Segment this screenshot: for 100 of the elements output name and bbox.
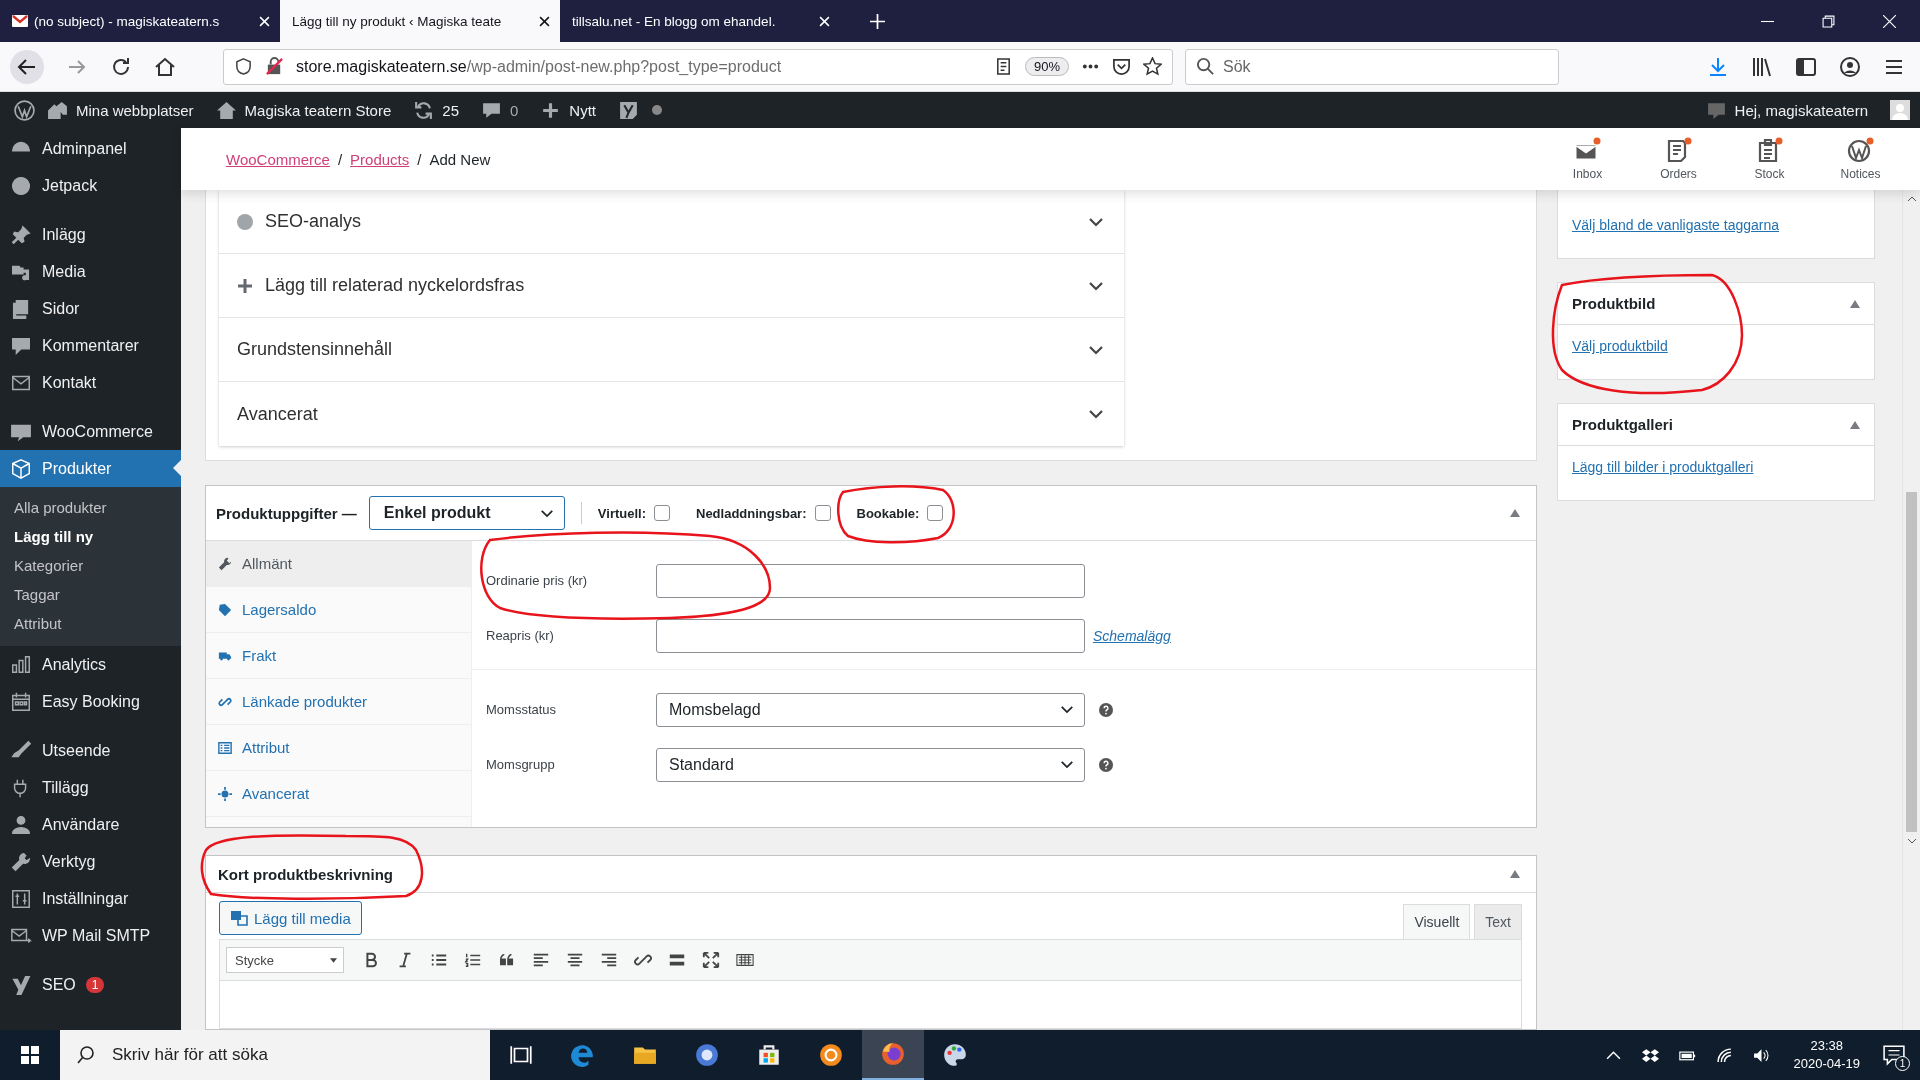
select-field[interactable]: Momsbelagd — [656, 692, 1085, 727]
box-link[interactable]: Välj produktbild — [1572, 338, 1668, 354]
sidebar-item[interactable]: Sidor — [0, 290, 181, 327]
sidebar-item[interactable]: Inställningar — [0, 880, 181, 917]
header-action[interactable]: Stock — [1724, 137, 1815, 181]
header-action[interactable]: Orders — [1633, 137, 1724, 181]
submenu-item[interactable]: Kategorier — [0, 551, 181, 580]
sidebar-item[interactable]: Jetpack — [0, 167, 181, 204]
editor-tab[interactable]: Visuellt — [1403, 904, 1471, 939]
sidebar-item[interactable]: Tillägg — [0, 769, 181, 806]
wifi-icon[interactable] — [1715, 1046, 1733, 1064]
account-icon[interactable] — [1838, 54, 1862, 79]
gear-app-icon[interactable] — [818, 1042, 844, 1068]
help-icon[interactable] — [1099, 757, 1113, 772]
submenu-item[interactable]: Attribut — [0, 609, 181, 638]
browser-tab[interactable]: tillsalu.net - En blogg om ehandel. — [560, 0, 840, 42]
broken-lock-icon[interactable] — [265, 57, 284, 76]
shield-icon[interactable] — [234, 57, 253, 76]
scrollbar[interactable] — [1902, 190, 1920, 1030]
scroll-up-icon[interactable] — [1906, 196, 1917, 202]
sidebar-item[interactable]: Adminpanel — [0, 130, 181, 167]
sidebar-item[interactable]: Verktyg — [0, 843, 181, 880]
align-right-icon[interactable] — [600, 951, 618, 969]
browser-tab[interactable]: Lägg till ny produkt ‹ Magiska teate — [280, 0, 560, 42]
sidebar-item[interactable]: Analytics — [0, 646, 181, 683]
site-name-link[interactable]: Magiska teatern Store — [244, 101, 392, 119]
submenu-item[interactable]: Alla produkter — [0, 493, 181, 522]
collapse-arrow-icon[interactable] — [1510, 509, 1520, 517]
checkbox[interactable] — [927, 505, 944, 521]
box-link[interactable]: Välj bland de vanligaste taggarna — [1572, 217, 1780, 233]
y-logo-icon[interactable] — [618, 99, 639, 121]
zoom-badge[interactable]: 90% — [1024, 57, 1069, 76]
checkbox[interactable] — [654, 505, 670, 521]
restore-icon[interactable] — [1822, 14, 1835, 28]
sidebar-item[interactable]: Media — [0, 253, 181, 290]
browser-tab[interactable]: (no subject) - magiskateatern.s — [0, 0, 280, 42]
greeting-text[interactable]: Hej, magiskateatern — [1734, 101, 1868, 119]
sidebar-item[interactable]: WP Mail SMTP — [0, 917, 181, 954]
comments-count[interactable]: 0 — [510, 101, 519, 119]
sidebar-item[interactable]: WooCommerce — [0, 413, 181, 450]
collapse-arrow-icon[interactable] — [1510, 870, 1520, 878]
input-field[interactable] — [656, 618, 1085, 653]
help-icon[interactable] — [1099, 702, 1113, 717]
notifications-button[interactable]: 1 — [1874, 1035, 1914, 1075]
close-icon[interactable] — [539, 15, 550, 27]
windows-logo-icon[interactable] — [20, 1045, 40, 1065]
my-sites-link[interactable]: Mina webbplatser — [76, 101, 194, 119]
breadcrumb-link[interactable]: WooCommerce — [226, 150, 330, 168]
search-field[interactable]: Sök — [1185, 48, 1559, 85]
product-type-select[interactable]: Enkel produkt — [368, 496, 565, 530]
fullscreen-icon[interactable] — [702, 951, 720, 969]
header-action[interactable]: Inbox — [1542, 137, 1633, 181]
product-data-tab[interactable]: Attribut — [206, 725, 471, 771]
taskbar-search-field[interactable]: Skriv här för att söka — [60, 1030, 490, 1080]
product-data-tab[interactable]: Avancerat — [206, 771, 471, 817]
input-field[interactable] — [656, 563, 1085, 598]
product-data-tab[interactable]: Lagersaldo — [206, 587, 471, 633]
align-left-icon[interactable] — [532, 951, 550, 969]
sidebar-item[interactable]: Utseende — [0, 732, 181, 769]
add-media-button[interactable]: Lägg till media — [219, 901, 362, 935]
updates-count[interactable]: 25 — [442, 101, 459, 119]
chrome-browser-icon[interactable] — [694, 1042, 720, 1068]
back-icon[interactable] — [9, 48, 45, 85]
submenu-item[interactable]: Taggar — [0, 580, 181, 609]
scroll-down-icon[interactable] — [1906, 838, 1917, 844]
clock[interactable]: 23:38 2020-04-19 — [1793, 1036, 1860, 1074]
header-action[interactable]: Notices — [1815, 137, 1906, 181]
breadcrumb-link[interactable]: Products — [350, 150, 410, 168]
product-data-tab[interactable]: Länkade produkter — [206, 679, 471, 725]
submenu-item[interactable]: Lägg till ny — [0, 522, 181, 551]
dropbox-icon[interactable] — [1641, 1046, 1659, 1064]
sidebar-item[interactable]: SEO 1 — [0, 966, 181, 1003]
star-icon[interactable] — [1143, 57, 1162, 76]
sidebar-item[interactable]: Inlägg — [0, 216, 181, 253]
format-select[interactable]: Stycke — [226, 947, 344, 973]
keyboard-icon[interactable] — [736, 951, 754, 969]
numbered-list-icon[interactable] — [464, 951, 482, 969]
seo-section[interactable]: SEO-analys — [219, 190, 1124, 254]
editor-tab[interactable]: Text — [1474, 904, 1522, 939]
collapse-arrow-icon[interactable] — [1850, 420, 1860, 429]
sidebar-item[interactable]: Användare — [0, 806, 181, 843]
wordpress-logo-icon[interactable] — [14, 99, 35, 121]
edge-browser-icon[interactable] — [570, 1042, 596, 1068]
new-content-link[interactable]: Nytt — [569, 101, 596, 119]
collapse-arrow-icon[interactable] — [1850, 299, 1860, 308]
sidebar-item[interactable]: Easy Booking — [0, 683, 181, 720]
seo-section[interactable]: Lägg till relaterad nyckelordsfras — [219, 254, 1124, 318]
store-bag-icon[interactable] — [756, 1042, 782, 1068]
seo-section[interactable]: Grundstensinnehåll — [219, 318, 1124, 382]
box-link[interactable]: Lägg till bilder i produktgalleri — [1572, 459, 1754, 475]
select-field[interactable]: Standard — [656, 747, 1085, 782]
sidebar-item[interactable]: Produkter — [0, 450, 181, 487]
product-data-tab[interactable]: Frakt — [206, 633, 471, 679]
schedule-link[interactable]: Schemalägg — [1093, 627, 1171, 644]
align-center-icon[interactable] — [566, 951, 584, 969]
paint-palette-icon[interactable] — [942, 1042, 968, 1068]
scroll-thumb[interactable] — [1906, 492, 1917, 832]
seo-section[interactable]: Avancerat — [219, 382, 1124, 446]
speaker-icon[interactable] — [1752, 1046, 1770, 1064]
sidebar-item[interactable]: Kontakt — [0, 364, 181, 401]
